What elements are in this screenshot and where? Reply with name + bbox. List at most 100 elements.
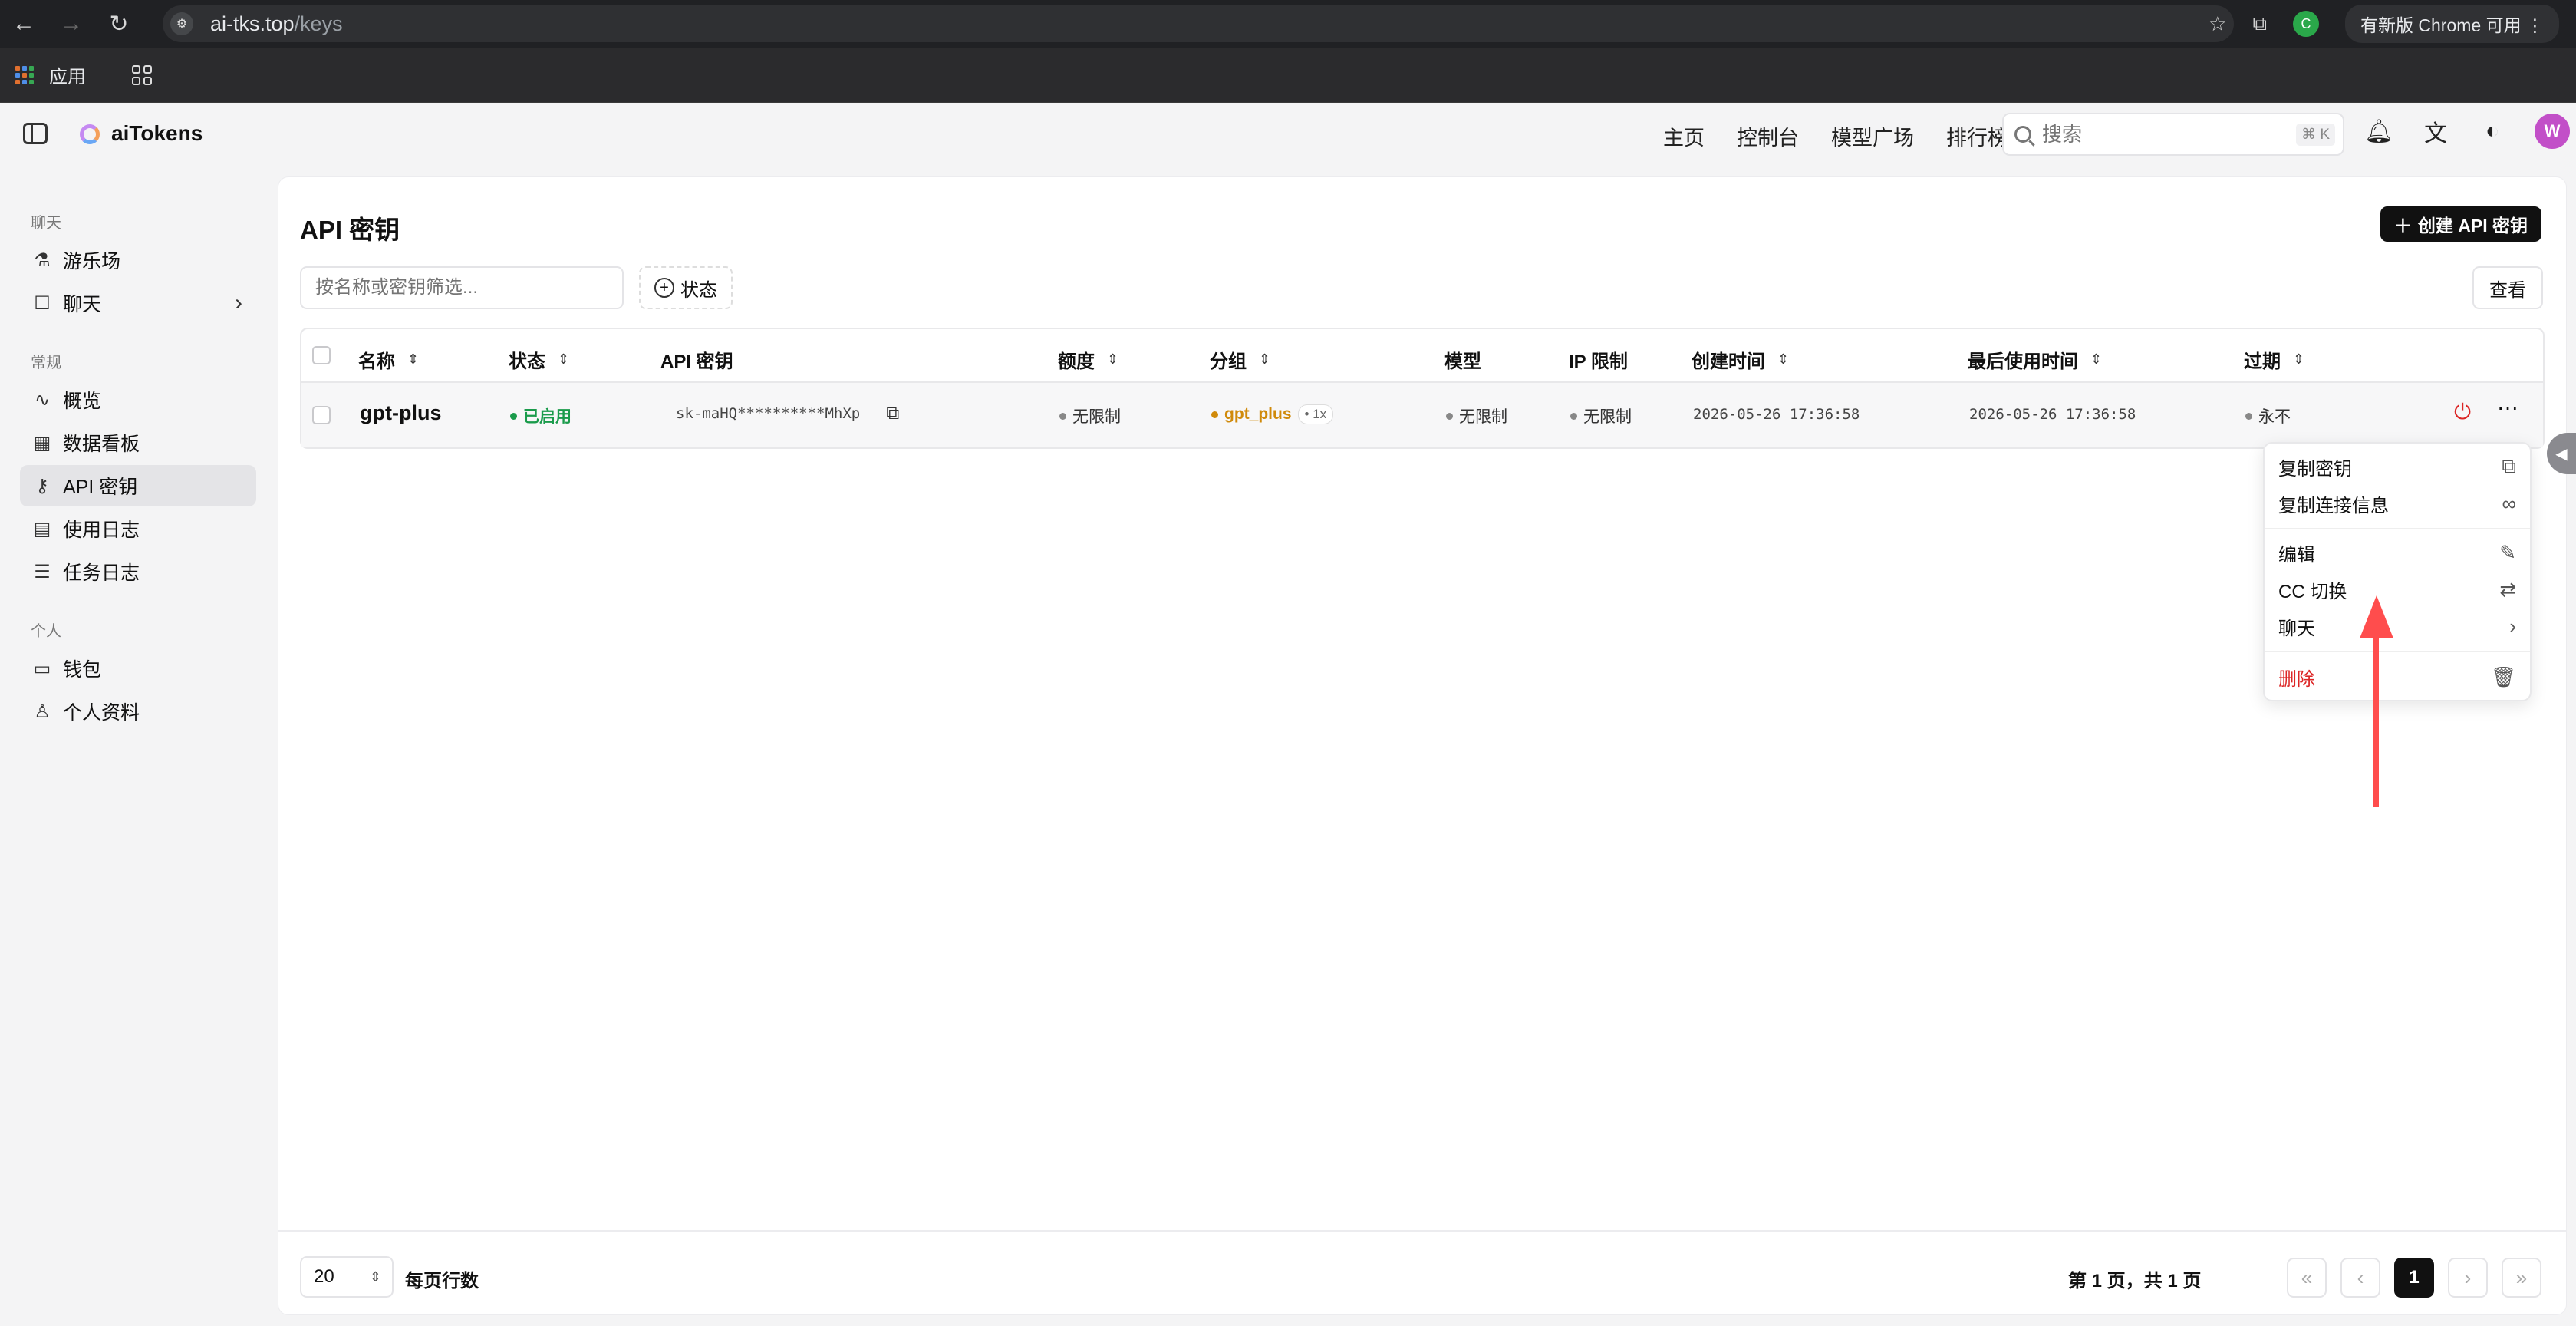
back-icon[interactable]: ← (0, 11, 48, 37)
sidebar: 聊天 ⚗ 游乐场 ☐ 聊天 › 常规 ∿ 概览 ▦ 数据看板 ⚷ API 密钥 … (0, 167, 276, 1326)
copy-icon: ⧉ (2502, 454, 2516, 477)
menu-chat[interactable]: 聊天 › (2265, 608, 2530, 645)
page-1-button[interactable]: 1 (2394, 1258, 2434, 1298)
app-header: aiTokens 主页 控制台 模型广场 排行榜 ⌘ K 🔔︎ 文 ◐ W (0, 103, 2576, 167)
sidebar-item-label: 游乐场 (63, 251, 121, 272)
filter-input[interactable] (300, 266, 624, 309)
col-created[interactable]: 创建时间 ⇕ (1692, 346, 1789, 373)
first-page-button[interactable]: « (2287, 1258, 2327, 1298)
nav-console[interactable]: 控制台 (1737, 121, 1799, 151)
copy-icon[interactable]: ⧉ (886, 403, 899, 424)
next-page-button[interactable]: › (2448, 1258, 2488, 1298)
sidebar-item-overview[interactable]: ∿ 概览 (20, 379, 256, 421)
trash-icon: 🗑︎ (2490, 665, 2516, 688)
reload-icon[interactable]: ↻ (95, 11, 143, 38)
sidebar-item-profile[interactable]: ♙ 个人资料 (20, 691, 256, 732)
menu-cc-switch[interactable]: CC 切换 ⇄ (2265, 571, 2530, 608)
col-quota[interactable]: 额度 ⇕ (1058, 346, 1118, 373)
tab-groups-icon[interactable] (132, 64, 152, 85)
link-icon: ∞ (2502, 491, 2516, 515)
last-used-cell: 2026-05-26 17:36:58 (1969, 406, 2136, 423)
col-group[interactable]: 分组 ⇕ (1210, 346, 1270, 373)
last-page-button[interactable]: » (2502, 1258, 2541, 1298)
profile-avatar[interactable]: C (2293, 11, 2320, 37)
annotation-arrow-shaft (2373, 629, 2379, 807)
palette-icon[interactable]: ◐ (2478, 118, 2507, 144)
col-name[interactable]: 名称 ⇕ (358, 346, 419, 373)
more-options-icon[interactable]: ··· (2497, 395, 2518, 420)
chevron-right-icon: › (2509, 614, 2516, 638)
bookmark-star-icon[interactable]: ☆ (2209, 12, 2226, 36)
search-input[interactable] (2042, 122, 2288, 147)
sidebar-section-general: 常规 (31, 355, 61, 371)
model-cell: 无限制 (1446, 404, 1507, 427)
list-checks-icon: ☰ (34, 561, 51, 582)
col-status[interactable]: 状态 ⇕ (509, 346, 569, 373)
sort-icon: ⇕ (2090, 351, 2103, 367)
sidebar-item-label: API 密钥 (63, 477, 138, 498)
sidebar-item-playground[interactable]: ⚗ 游乐场 (20, 239, 256, 281)
dashboard-icon: ▦ (33, 432, 51, 454)
bookmark-apps[interactable]: 应用 (49, 61, 86, 88)
select-all-checkbox[interactable] (312, 346, 331, 364)
address-bar[interactable]: ⚙ ai-tks.top/keys (163, 5, 2234, 42)
disable-icon[interactable]: ⏻ (2454, 400, 2471, 425)
apps-grid-icon[interactable] (15, 65, 34, 84)
expires-cell: 永不 (2245, 404, 2291, 427)
col-model: 模型 (1444, 351, 1481, 372)
pagination-footer: 20 ⇕ 每页行数 第 1 页，共 1 页 « ‹ 1 › » (278, 1230, 2566, 1314)
nav-home[interactable]: 主页 (1663, 121, 1705, 151)
api-key-cell: sk-maHQ**********MhXp ⧉ (676, 403, 900, 424)
table-row[interactable]: gpt-plus 已启用 sk-maHQ**********MhXp ⧉ 无限制… (301, 383, 2543, 447)
sidebar-item-task-logs[interactable]: ☰ 任务日志 (20, 551, 256, 592)
menu-copy-key[interactable]: 复制密钥 ⧉ (2265, 448, 2530, 485)
forward-icon[interactable]: → (48, 11, 95, 37)
sort-icon: ⇕ (558, 351, 570, 367)
search-shortcut: ⌘ K (2296, 124, 2335, 146)
edit-icon: ✎ (2499, 540, 2516, 564)
bell-icon[interactable]: 🔔︎ (2364, 118, 2393, 145)
menu-copy-connection[interactable]: 复制连接信息 ∞ (2265, 485, 2530, 522)
api-keys-table: 名称 ⇕ 状态 ⇕ API 密钥 额度 ⇕ 分组 ⇕ 模型 IP 限制 创建时间 ⇕ 最后… (300, 328, 2545, 449)
sort-icon: ⇕ (1107, 351, 1119, 367)
menu-delete[interactable]: 删除 🗑︎ (2265, 658, 2530, 695)
rows-per-page-select[interactable]: 20 ⇕ (300, 1256, 394, 1298)
user-avatar[interactable]: W (2535, 114, 2570, 149)
extensions-icon[interactable]: ⧉ (2252, 12, 2267, 36)
col-last-used[interactable]: 最后使用时间 ⇕ (1968, 346, 2102, 373)
search-box[interactable]: ⌘ K (2002, 113, 2344, 156)
plus-icon: ＋ (2393, 216, 2412, 236)
prev-page-button[interactable]: ‹ (2340, 1258, 2380, 1298)
col-ip-limit: IP 限制 (1569, 351, 1628, 372)
sidebar-item-wallet[interactable]: ▭ 钱包 (20, 648, 256, 689)
rows-per-page-label: 每页行数 (405, 1271, 479, 1291)
key-name: gpt-plus (360, 401, 442, 424)
sidebar-section-personal: 个人 (31, 623, 61, 640)
flask-icon: ⚗ (34, 249, 51, 271)
status-filter-button[interactable]: + 状态 (639, 266, 733, 309)
row-checkbox[interactable] (312, 406, 331, 424)
sidebar-item-dashboard[interactable]: ▦ 数据看板 (20, 422, 256, 463)
site-settings-icon[interactable]: ⚙ (170, 12, 193, 35)
view-button[interactable]: 查看 (2472, 266, 2543, 309)
user-icon: ♙ (34, 701, 51, 722)
browser-toolbar: ← → ↻ ⚙ ai-tks.top/keys ☆ ⧉ C 有新版 Chrome… (0, 0, 2576, 48)
nav-models[interactable]: 模型广场 (1831, 121, 1914, 151)
menu-edit[interactable]: 编辑 ✎ (2265, 534, 2530, 571)
update-chrome-button[interactable]: 有新版 Chrome 可用 ⋮ (2345, 5, 2559, 43)
col-expires[interactable]: 过期 ⇕ (2244, 346, 2304, 373)
chevron-right-icon: › (235, 290, 242, 315)
sidebar-item-label: 聊天 (63, 294, 102, 315)
sidebar-item-api-keys[interactable]: ⚷ API 密钥 (20, 465, 256, 506)
sidebar-item-label: 数据看板 (63, 434, 140, 455)
sidebar-toggle-icon[interactable] (23, 123, 48, 144)
translate-icon[interactable]: 文 (2421, 114, 2450, 148)
nav-leaderboard[interactable]: 排行榜 (1946, 121, 2008, 151)
brand-name[interactable]: aiTokens (111, 121, 203, 146)
sort-icon: ⇕ (1777, 351, 1790, 367)
url-text[interactable]: ai-tks.top/keys (210, 12, 343, 36)
sidebar-item-chat[interactable]: ☐ 聊天 › (20, 282, 256, 324)
create-api-key-button[interactable]: ＋ 创建 API 密钥 (2380, 206, 2541, 242)
sidebar-item-usage-logs[interactable]: ▤ 使用日志 (20, 508, 256, 549)
chevron-updown-icon: ⇕ (369, 1268, 381, 1285)
